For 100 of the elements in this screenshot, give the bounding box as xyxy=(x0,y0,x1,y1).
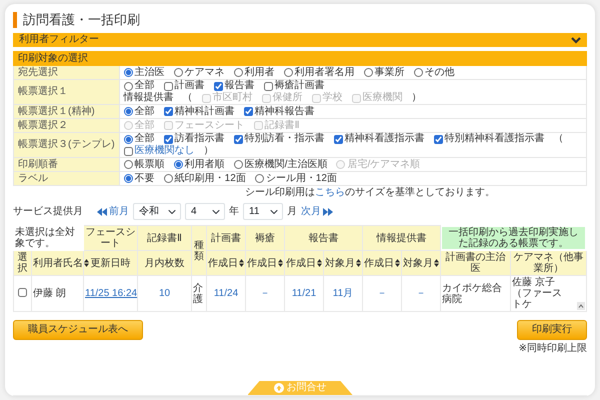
table-cell: 伊藤 朗 xyxy=(32,276,84,312)
table-cell: － xyxy=(362,276,402,312)
option-text: （ xyxy=(554,133,564,145)
checkbox[interactable] xyxy=(124,146,133,156)
column-header: 更新日時 xyxy=(84,250,138,276)
radio-button[interactable] xyxy=(124,174,133,183)
next-month-link[interactable]: 次月 xyxy=(301,206,333,218)
radio-button[interactable] xyxy=(124,134,133,144)
column-header: 月内枚数 xyxy=(138,250,192,276)
group-header: 計画書 xyxy=(206,226,246,250)
option-label: 利用者署名用 xyxy=(294,66,355,78)
schedule-button[interactable]: 職員スケジュール表へ xyxy=(13,320,143,340)
option-label: 報告書 xyxy=(224,80,255,92)
sortable-header[interactable]: 対象月 xyxy=(402,250,440,276)
legend-note: 一括印刷から過去印刷実施した記録のある帳票です。 xyxy=(442,227,585,249)
group-header: フェースシート xyxy=(84,226,138,250)
option-text: （ xyxy=(182,92,193,104)
option-label: フェースシート xyxy=(174,120,245,132)
radio-button[interactable] xyxy=(234,68,243,77)
radio-button[interactable] xyxy=(234,160,243,169)
row-checkbox[interactable] xyxy=(18,288,27,296)
option-label: 市区町村 xyxy=(212,92,253,104)
field-label: 印刷順番 xyxy=(14,158,120,172)
checkbox[interactable] xyxy=(234,134,243,144)
option-label: 全部 xyxy=(134,133,155,144)
checkbox[interactable] xyxy=(264,82,273,90)
print-button[interactable]: 印刷実行 xyxy=(517,320,587,340)
option-label: 特別訪看・指示書 xyxy=(244,133,325,145)
radio-button[interactable] xyxy=(174,68,183,77)
radio-button[interactable] xyxy=(164,174,173,183)
sortable-header[interactable]: 作成日 xyxy=(362,250,402,276)
radio-button[interactable] xyxy=(284,68,293,77)
year-unit: 年 xyxy=(229,206,239,218)
radio-button[interactable] xyxy=(124,68,133,77)
radio-button[interactable] xyxy=(364,68,373,77)
option-label: 記録書Ⅱ xyxy=(264,120,300,132)
field-label: 帳票選択２ xyxy=(14,118,120,132)
double-left-arrow-icon xyxy=(97,208,107,216)
checkbox[interactable] xyxy=(164,107,173,116)
prev-month-link[interactable]: 前月 xyxy=(97,206,129,218)
table-cell-text: 佐藤 京子（ファーストケ xyxy=(512,277,563,310)
option-label: 利用者順 xyxy=(184,158,225,170)
month-label: サービス提供月 xyxy=(13,206,83,218)
field-label: 帳票選択１ xyxy=(14,80,120,104)
sortable-header[interactable]: 作成日 xyxy=(284,250,324,276)
radio-button[interactable] xyxy=(414,68,423,77)
checkbox[interactable] xyxy=(334,134,343,144)
option-label: 精神科報告書 xyxy=(254,106,315,118)
sortable-header[interactable]: 作成日 xyxy=(206,250,246,276)
checkbox[interactable] xyxy=(214,82,223,90)
option-label: 訪看指示書 xyxy=(174,133,225,145)
table-cell: － xyxy=(246,276,284,312)
checkbox[interactable] xyxy=(164,82,173,90)
size-note: シール印刷用はこちらのサイズを基準としております。 xyxy=(245,187,495,199)
checkbox[interactable] xyxy=(164,134,173,144)
option-label: 医療機関 xyxy=(362,92,403,104)
radio-button[interactable] xyxy=(174,160,183,169)
checkbox[interactable] xyxy=(434,134,443,144)
page-title: 訪問看護・一括印刷 xyxy=(13,12,140,28)
table-cell: － xyxy=(402,276,440,312)
option-label: 事業所 xyxy=(374,66,405,78)
option-label: 帳票順 xyxy=(134,158,165,170)
table-cell: 11/24 xyxy=(206,276,246,312)
field-label: 宛先選択 xyxy=(14,66,120,80)
checkbox[interactable] xyxy=(244,107,253,116)
option-label: 紙印刷用・12面 xyxy=(174,172,246,184)
filter-bar[interactable]: 利用者フィルター xyxy=(13,33,587,47)
table-cell: 11/21 xyxy=(284,276,324,312)
month-unit: 月 xyxy=(287,206,297,218)
year-select[interactable]: 4 xyxy=(185,203,225,220)
option-label: 特別精神科看護指示書 xyxy=(444,133,545,145)
radio-button[interactable] xyxy=(124,82,133,90)
field-label: 帳票選択１(精神) xyxy=(14,104,120,118)
month-select[interactable]: 11 xyxy=(243,203,283,220)
radio-button[interactable] xyxy=(124,107,133,116)
sortable-header[interactable]: 対象月 xyxy=(324,250,362,276)
column-header: ケアマネ（他事業所） xyxy=(510,250,586,276)
option-label: 全部 xyxy=(134,106,155,118)
group-header: 報告書 xyxy=(284,226,362,250)
here-link[interactable]: こちら xyxy=(315,187,345,198)
radio-button[interactable] xyxy=(124,160,133,169)
filter-label: 利用者フィルター xyxy=(19,34,99,46)
sortable-header[interactable]: 作成日 xyxy=(246,250,284,276)
column-header: 計画書の主治医 xyxy=(440,250,510,276)
option-label: 学校 xyxy=(322,92,343,104)
option-text: ） xyxy=(204,145,214,157)
radio-button[interactable] xyxy=(254,174,264,183)
group-header: 記録書Ⅱ xyxy=(138,226,192,250)
option-label: 全部 xyxy=(134,120,155,132)
option-text: ） xyxy=(412,92,422,104)
option-label: 精神科計画書 xyxy=(174,106,235,118)
table-cell: 10 xyxy=(138,276,192,312)
era-select[interactable]: 令和 xyxy=(133,203,181,220)
option-label: 不要 xyxy=(134,172,155,184)
section-heading: 印刷対象の選択 xyxy=(14,52,586,66)
field-label: 帳票選択３(テンプレ) xyxy=(14,132,120,158)
option-label: 居宅/ケアマネ順 xyxy=(347,158,420,170)
column-header: 選択 xyxy=(14,250,32,276)
group-header: 情報提供書 xyxy=(362,226,440,250)
group-header: 褥瘡 xyxy=(246,226,284,250)
